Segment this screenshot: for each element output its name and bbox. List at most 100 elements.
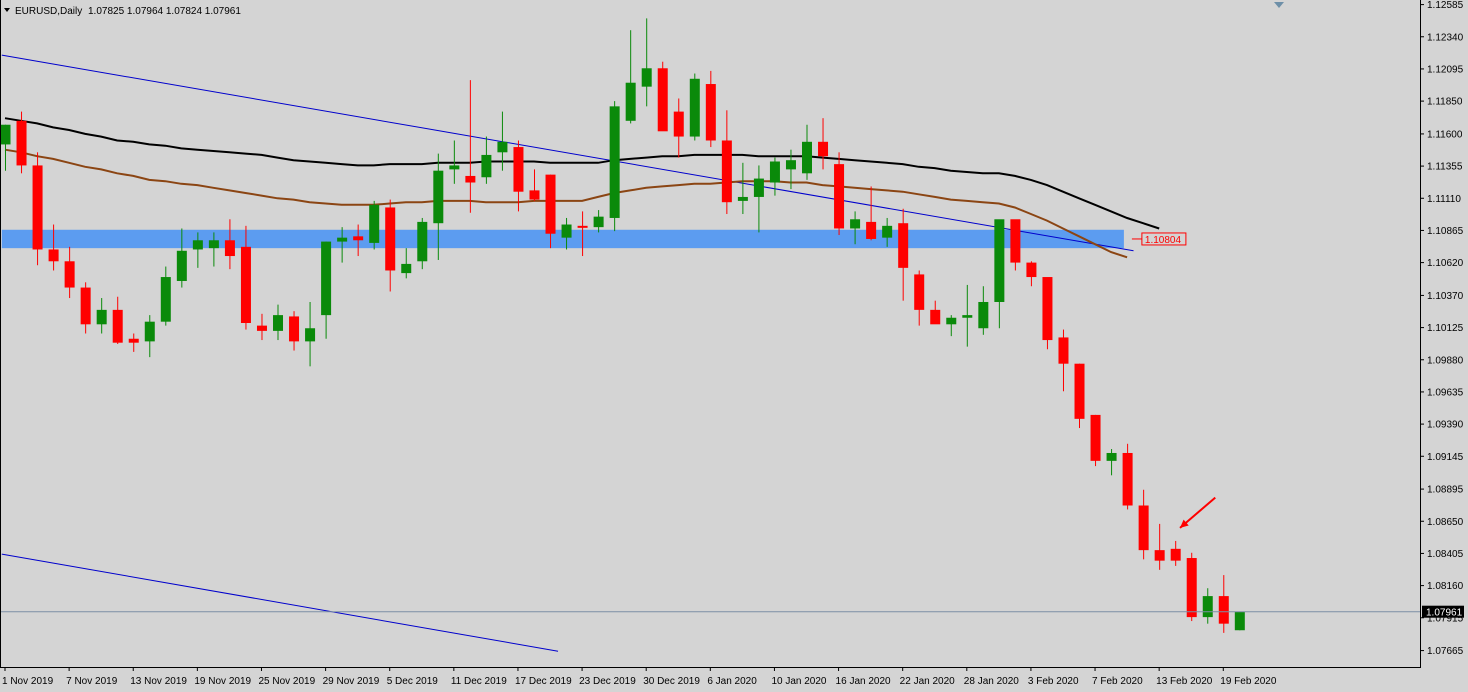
ohlc-readout: 1.07825 1.07964 1.07824 1.07961 xyxy=(88,6,241,17)
candle-body xyxy=(914,274,925,310)
time-tick-label: 13 Nov 2019 xyxy=(130,676,187,687)
price-tick-label: 1.11600 xyxy=(1427,129,1463,140)
price-tick-label: 1.10125 xyxy=(1427,323,1464,334)
price-tick-label: 1.11110 xyxy=(1427,194,1461,205)
candle-body xyxy=(882,225,893,238)
candle-body xyxy=(898,223,909,268)
candle-body xyxy=(96,309,107,325)
time-tick-label: 10 Jan 2020 xyxy=(771,676,826,687)
candle-body xyxy=(1186,558,1197,618)
candle-body xyxy=(978,301,989,329)
price-tick-label: 1.09635 xyxy=(1427,387,1464,398)
candle-body xyxy=(1042,277,1053,341)
price-tick-label: 1.08160 xyxy=(1427,581,1464,592)
candle-body xyxy=(802,141,812,174)
candle-body xyxy=(64,261,75,288)
candle-body xyxy=(208,240,219,249)
candle-body xyxy=(176,250,187,281)
candle-body xyxy=(866,221,877,239)
time-tick-label: 28 Jan 2020 xyxy=(964,676,1019,687)
price-tick-label: 1.08650 xyxy=(1427,517,1464,528)
candle-body xyxy=(1010,219,1021,263)
plot-background xyxy=(0,0,1468,692)
candle-body xyxy=(1234,611,1245,631)
candle-body xyxy=(273,315,284,331)
candle-body xyxy=(1202,596,1213,618)
candle xyxy=(1090,414,1101,467)
candle-body xyxy=(337,237,348,242)
candle-body xyxy=(224,240,235,257)
candle-body xyxy=(112,309,123,343)
candle-body xyxy=(369,204,380,243)
candle-body xyxy=(1106,452,1117,461)
candle-body xyxy=(417,221,428,262)
candle xyxy=(1042,277,1053,350)
candle-body xyxy=(705,84,716,141)
candle-body xyxy=(1154,550,1165,561)
candle-body xyxy=(192,240,203,250)
candle-body xyxy=(353,236,364,241)
price-tick-label: 1.11850 xyxy=(1427,97,1463,108)
candle-body xyxy=(850,219,861,229)
price-tick-label: 1.12340 xyxy=(1427,32,1464,43)
price-tick-label: 1.09880 xyxy=(1427,355,1464,366)
symbol-label: EURUSD,Daily xyxy=(15,6,82,17)
candle-body xyxy=(1122,452,1133,506)
candle-body xyxy=(0,124,11,145)
candle-body xyxy=(256,325,267,331)
time-tick-label: 23 Dec 2019 xyxy=(579,676,636,687)
time-tick-label: 1 Nov 2019 xyxy=(2,676,54,687)
candle-body xyxy=(160,277,171,322)
candle-body xyxy=(753,178,764,197)
time-tick-label: 6 Jan 2020 xyxy=(707,676,757,687)
candle-body xyxy=(385,207,396,271)
candle-body xyxy=(673,111,684,137)
candle xyxy=(609,101,620,232)
candle-body xyxy=(721,140,732,203)
candle-body xyxy=(994,219,1005,302)
candle-body xyxy=(48,249,59,262)
candle-body xyxy=(240,246,251,323)
candle-body xyxy=(481,154,492,178)
candle-body xyxy=(144,321,155,342)
candle-body xyxy=(657,68,668,132)
candle-body xyxy=(321,241,332,316)
time-tick-label: 19 Feb 2020 xyxy=(1220,676,1277,687)
candle-body xyxy=(962,315,973,318)
candle-body xyxy=(625,82,636,121)
candle-body xyxy=(497,141,508,153)
candle-body xyxy=(769,161,780,183)
price-tick-label: 1.07665 xyxy=(1427,646,1464,657)
time-tick-label: 11 Dec 2019 xyxy=(451,676,507,687)
candle xyxy=(1234,611,1245,631)
candle-body xyxy=(1058,337,1069,364)
candle-body xyxy=(1170,548,1181,561)
price-tick-label: 1.08405 xyxy=(1427,549,1464,560)
candle xyxy=(32,152,43,266)
candle-body xyxy=(561,224,572,238)
candle-body xyxy=(737,196,748,201)
price-tick-label: 1.10620 xyxy=(1427,258,1464,269)
candle-body xyxy=(1218,596,1229,624)
candle-body xyxy=(834,164,845,229)
price-tick-label: 1.09145 xyxy=(1427,452,1464,463)
candle-body xyxy=(128,338,139,343)
price-chart[interactable]: 1.10804 1.12585 1.12340 1.12095 1.11850 1.11… xyxy=(0,0,1468,692)
candle-body xyxy=(946,317,957,325)
candle-body xyxy=(465,175,476,183)
candle-body xyxy=(689,78,700,137)
candle-body xyxy=(1074,363,1085,419)
time-tick-label: 5 Dec 2019 xyxy=(387,676,439,687)
price-axis[interactable]: 1.12585 1.12340 1.12095 1.11850 1.11600 1.113… xyxy=(1420,0,1464,657)
time-tick-label: 7 Nov 2019 xyxy=(66,676,118,687)
candle-body xyxy=(545,174,556,234)
candle xyxy=(657,61,668,132)
candle-body xyxy=(1090,414,1101,461)
time-tick-label: 13 Feb 2020 xyxy=(1156,676,1213,687)
price-tick-label: 1.08895 xyxy=(1427,485,1464,496)
candle-body xyxy=(641,68,652,87)
candle xyxy=(1122,443,1133,510)
price-tick-label: 1.09390 xyxy=(1427,420,1464,431)
candle-body xyxy=(449,165,460,170)
price-tick-label: 1.10370 xyxy=(1427,291,1464,302)
